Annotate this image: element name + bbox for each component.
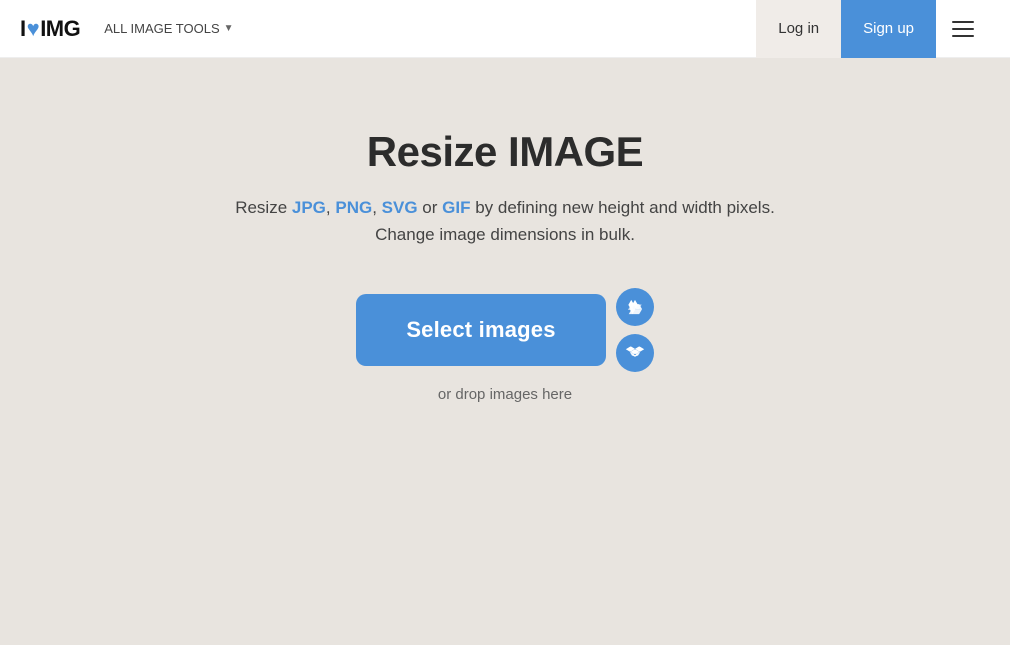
comma1: , [326, 198, 335, 217]
dropbox-button[interactable] [616, 334, 654, 372]
main-content: Resize IMAGE Resize JPG, PNG, SVG or GIF… [0, 58, 1010, 403]
menu-line-2 [952, 28, 974, 30]
header: I ♥ IMG ALL IMAGE TOOLS ▼ Log in Sign up [0, 0, 1010, 58]
cloud-upload-icons [616, 288, 654, 372]
comma2: , [372, 198, 381, 217]
format-png: PNG [335, 198, 372, 217]
google-drive-icon [625, 297, 645, 317]
all-tools-label: ALL IMAGE TOOLS [104, 21, 219, 36]
all-tools-button[interactable]: ALL IMAGE TOOLS ▼ [96, 15, 241, 42]
dropbox-icon [625, 343, 645, 363]
format-gif: GIF [442, 198, 470, 217]
header-left: I ♥ IMG ALL IMAGE TOOLS ▼ [20, 15, 242, 42]
logo[interactable]: I ♥ IMG [20, 16, 80, 42]
subtitle-suffix: by defining new height and width pixels. [470, 198, 774, 217]
logo-heart: ♥ [27, 16, 40, 42]
format-jpg: JPG [292, 198, 326, 217]
subtitle-line2: Change image dimensions in bulk. [375, 225, 635, 244]
menu-line-3 [952, 35, 974, 37]
logo-i: I [20, 16, 26, 42]
signup-button[interactable]: Sign up [841, 0, 936, 58]
chevron-down-icon: ▼ [224, 23, 234, 34]
subtitle-prefix: Resize [235, 198, 292, 217]
format-svg: SVG [382, 198, 418, 217]
subtitle: Resize JPG, PNG, SVG or GIF by defining … [235, 194, 775, 248]
login-button[interactable]: Log in [756, 0, 841, 58]
google-drive-button[interactable] [616, 288, 654, 326]
menu-line-1 [952, 21, 974, 23]
upload-area: Select images [356, 288, 653, 372]
header-right: Log in Sign up [756, 0, 990, 58]
or-text: or [418, 198, 443, 217]
drop-text: or drop images here [438, 386, 572, 403]
hamburger-menu-button[interactable] [936, 0, 990, 58]
page-title: Resize IMAGE [367, 128, 643, 176]
logo-img: IMG [40, 16, 80, 42]
select-images-button[interactable]: Select images [356, 294, 605, 366]
